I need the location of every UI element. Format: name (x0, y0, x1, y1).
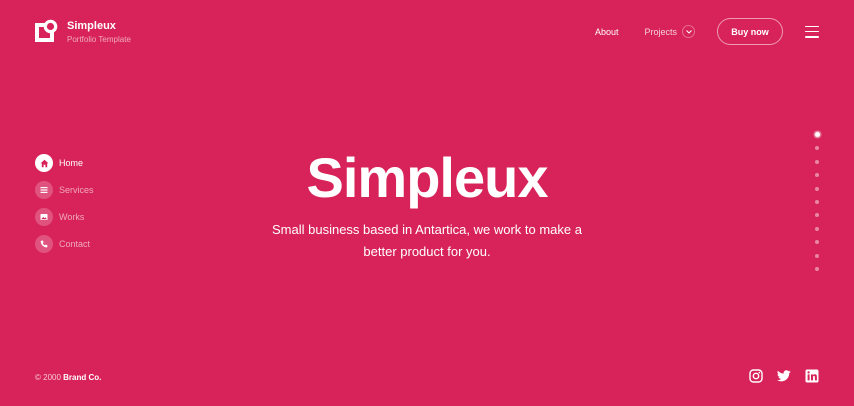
copyright-prefix: © 2000 (35, 373, 64, 382)
pagination-dot[interactable] (815, 226, 819, 231)
brand-logo-icon (35, 19, 58, 42)
pagination-dot[interactable] (815, 253, 819, 258)
hero-subtitle-line-2: better product for you. (363, 244, 491, 259)
pagination-dot[interactable] (814, 132, 820, 137)
social-links (735, 369, 819, 383)
buy-now-button[interactable]: Buy now (717, 18, 783, 45)
pagination-dot[interactable] (815, 266, 819, 271)
nav-about-link[interactable]: About (595, 27, 619, 37)
pagination-dot[interactable] (815, 240, 819, 245)
brand-text: Simpleux Portfolio Template (67, 19, 131, 46)
hero-title: Simpleux (306, 146, 549, 209)
pagination-dot[interactable] (815, 159, 819, 164)
twitter-icon[interactable] (777, 369, 791, 383)
instagram-icon[interactable] (749, 369, 763, 383)
pagination-dot[interactable] (815, 173, 819, 178)
brand[interactable]: Simpleux Portfolio Template (35, 19, 131, 46)
hero-subtitle-line-1: Small business based in Antartica, we wo… (272, 222, 582, 237)
pagination-dot[interactable] (815, 186, 819, 191)
pagination-dot[interactable] (815, 213, 819, 218)
nav-projects-label: Projects (644, 26, 677, 37)
brand-name: Simpleux (67, 20, 116, 32)
chevron-down-icon (682, 25, 695, 38)
brand-tagline: Portfolio Template (67, 35, 131, 44)
hero-subtitle: Small business based in Antartica, we wo… (0, 219, 854, 263)
pagination-dot[interactable] (815, 199, 819, 204)
copyright: © 2000 Brand Co. (35, 373, 101, 382)
page: Simpleux Portfolio Template About Projec… (0, 0, 854, 406)
nav-projects-dropdown[interactable]: Projects (644, 25, 695, 38)
top-nav: About Projects Buy now (595, 18, 819, 45)
section-pagination (813, 132, 821, 280)
pagination-dot[interactable] (815, 146, 819, 151)
linkedin-icon[interactable] (805, 369, 819, 383)
copyright-brand: Brand Co. (63, 373, 102, 382)
hamburger-menu-icon[interactable] (805, 25, 819, 38)
buy-now-label: Buy now (731, 26, 769, 37)
